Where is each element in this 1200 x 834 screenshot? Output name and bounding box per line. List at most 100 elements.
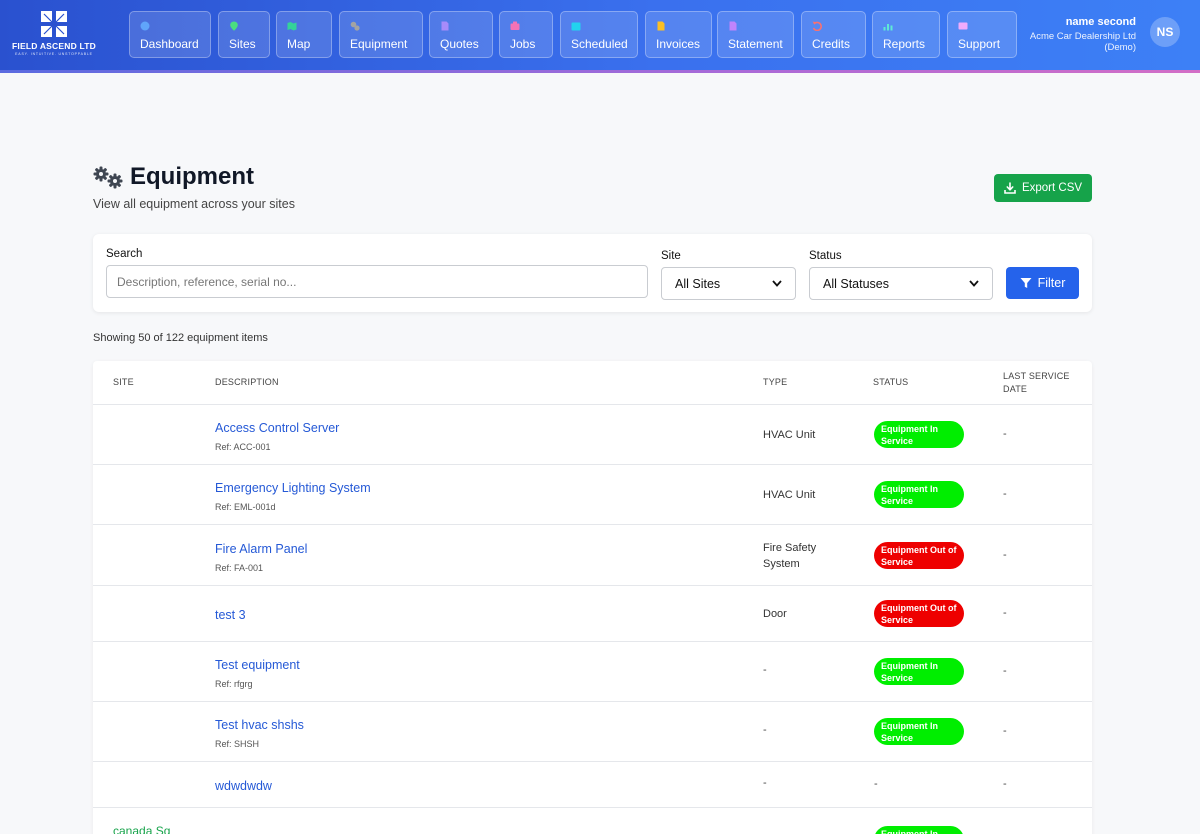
status-badge: Equipment In Service bbox=[874, 421, 964, 448]
nav-label: Reports bbox=[883, 37, 926, 51]
envelope-icon bbox=[958, 22, 968, 30]
nav-statement-button[interactable]: Statement bbox=[717, 11, 794, 58]
nav-quotes-button[interactable]: Quotes bbox=[429, 11, 493, 58]
page-title: Equipment bbox=[130, 163, 254, 190]
nav-jobs-button[interactable]: Jobs bbox=[499, 11, 553, 58]
nav-label: Dashboard bbox=[140, 37, 199, 51]
undo-icon bbox=[812, 21, 822, 31]
user-organisation: Acme Car Dealership Ltd bbox=[1029, 31, 1136, 42]
column-header-status[interactable]: STATUS bbox=[873, 377, 908, 387]
column-header-type[interactable]: TYPE bbox=[763, 377, 787, 387]
site-select-value: All Sites bbox=[675, 276, 721, 291]
status-label: Status bbox=[809, 250, 842, 262]
nav-dashboard-button[interactable]: Dashboard bbox=[129, 11, 211, 58]
user-mode: (Demo) bbox=[1104, 42, 1136, 53]
nav-invoices-button[interactable]: Invoices bbox=[645, 11, 712, 58]
user-info: name second Acme Car Dealership Ltd (Dem… bbox=[1030, 16, 1136, 53]
last-service-cell: - bbox=[1003, 778, 1007, 790]
top-navigation-bar: FIELD ASCEND LTD EASY. INTUITIVE. UNSTOP… bbox=[0, 0, 1200, 70]
filter-panel: Search Description, reference, serial no… bbox=[93, 234, 1092, 312]
description-cell: Emergency Lighting System Ref: EML-001d bbox=[215, 479, 371, 512]
equipment-ref: Ref: FA-001 bbox=[215, 562, 264, 573]
equipment-ref: Ref: EML-001d bbox=[215, 502, 276, 512]
site-select[interactable]: All Sites bbox=[661, 267, 796, 300]
description-cell: Fire Alarm Panel Ref: FA-001 bbox=[215, 540, 307, 573]
equipment-link[interactable]: Access Control Server bbox=[215, 421, 339, 435]
nav-credits-button[interactable]: Credits bbox=[801, 11, 866, 58]
type-cell: - bbox=[763, 777, 767, 789]
nav-scheduled-button[interactable]: Scheduled bbox=[560, 11, 638, 58]
description-cell: wdwdwdw bbox=[215, 777, 272, 795]
brand-name: FIELD ASCEND LTD bbox=[12, 41, 96, 51]
nav-label: Support bbox=[958, 37, 1001, 51]
gears-icon bbox=[93, 166, 123, 189]
nav-support-button[interactable]: Support bbox=[947, 11, 1017, 58]
nav-reports-button[interactable]: Reports bbox=[872, 11, 940, 58]
table-row[interactable]: test 3 Door Equipment Out of Service - bbox=[93, 586, 1092, 642]
last-service-cell: - bbox=[1003, 428, 1007, 440]
table-row[interactable]: Fire Alarm Panel Ref: FA-001 Fire Safety S… bbox=[93, 525, 1092, 586]
table-row[interactable]: Access Control Server Ref: ACC-001 HVAC Un… bbox=[93, 405, 1092, 465]
search-input[interactable]: Description, reference, serial no... bbox=[106, 265, 648, 298]
nav-map-button[interactable]: Map bbox=[276, 11, 332, 58]
site-link[interactable]: canada Sq bbox=[113, 824, 170, 834]
description-cell: Access Control Server Ref: ACC-001 bbox=[215, 419, 339, 452]
table-row[interactable]: Test hvac shshs Ref: SHSH - Equipment In Se… bbox=[93, 702, 1092, 762]
avatar[interactable]: NS bbox=[1150, 17, 1180, 47]
equipment-ref: Ref: ACC-001 bbox=[215, 442, 271, 452]
status-badge: Equipment In Service bbox=[874, 826, 964, 834]
description-cell: Test hvac shshs Ref: SHSH bbox=[215, 716, 304, 749]
gauge-icon bbox=[140, 21, 150, 31]
column-header-last-service-date[interactable]: LAST SERVICE DATE bbox=[1003, 370, 1078, 396]
equipment-link[interactable]: Test equipment bbox=[215, 658, 300, 672]
nav-sites-button[interactable]: Sites bbox=[218, 11, 270, 58]
column-header-description[interactable]: DESCRIPTION bbox=[215, 377, 279, 387]
export-csv-label: Export CSV bbox=[1021, 182, 1083, 194]
description-cell: Test equipment Ref: rfgrg bbox=[215, 656, 300, 689]
user-name: name second bbox=[1065, 16, 1136, 28]
nav-label: Quotes bbox=[440, 37, 479, 51]
status-cell: - bbox=[874, 778, 878, 790]
nav-label: Credits bbox=[812, 37, 851, 51]
briefcase-icon bbox=[510, 21, 520, 30]
filter-button[interactable]: Filter bbox=[1006, 267, 1079, 299]
map-icon bbox=[287, 22, 297, 31]
equipment-link[interactable]: test 3 bbox=[215, 608, 246, 622]
export-csv-button[interactable]: Export CSV bbox=[994, 174, 1092, 202]
map-pin-icon bbox=[230, 21, 238, 31]
table-row[interactable]: canada Sq Equipment In Service bbox=[93, 808, 1092, 834]
type-cell: - bbox=[763, 664, 767, 676]
table-row[interactable]: Test equipment Ref: rfgrg - Equipment In Se… bbox=[93, 642, 1092, 702]
funnel-icon bbox=[1020, 278, 1032, 288]
site-label: Site bbox=[661, 250, 681, 262]
equipment-table: SITE DESCRIPTION TYPE STATUS LAST SERVIC… bbox=[93, 361, 1092, 834]
nav-equipment-button[interactable]: Equipment bbox=[339, 11, 423, 58]
equipment-link[interactable]: Test hvac shshs bbox=[215, 718, 304, 732]
logo-mark-icon bbox=[41, 11, 67, 37]
equipment-link[interactable]: wdwdwdw bbox=[215, 779, 272, 793]
gears-icon bbox=[350, 21, 360, 31]
description-cell: test 3 bbox=[215, 606, 246, 624]
equipment-link[interactable]: Emergency Lighting System bbox=[215, 481, 371, 495]
chevron-down-icon bbox=[772, 280, 782, 287]
results-count: Showing 50 of 122 equipment items bbox=[93, 332, 268, 344]
nav-accent-stripe bbox=[0, 70, 1200, 73]
last-service-cell: - bbox=[1003, 488, 1007, 500]
brand-logo[interactable]: FIELD ASCEND LTD EASY. INTUITIVE. UNSTOP… bbox=[4, 10, 104, 56]
equipment-link[interactable]: Fire Alarm Panel bbox=[215, 542, 307, 556]
last-service-cell: - bbox=[1003, 725, 1007, 737]
nav-label: Invoices bbox=[656, 37, 701, 51]
table-row[interactable]: Emergency Lighting System Ref: EML-001d HV… bbox=[93, 465, 1092, 525]
nav-label: Scheduled bbox=[571, 37, 628, 51]
equipment-ref: Ref: SHSH bbox=[215, 739, 260, 749]
column-header-site[interactable]: SITE bbox=[113, 377, 134, 387]
table-row[interactable]: wdwdwdw - - - bbox=[93, 762, 1092, 808]
status-select[interactable]: All Statuses bbox=[809, 267, 993, 300]
nav-label: Sites bbox=[229, 37, 256, 51]
status-badge: Equipment Out of Service bbox=[874, 600, 964, 627]
download-icon bbox=[1004, 182, 1016, 194]
type-cell: - bbox=[763, 724, 767, 736]
calendar-icon bbox=[571, 22, 581, 31]
brand-tagline: EASY. INTUITIVE. UNSTOPPABLE bbox=[15, 52, 93, 56]
type-cell: Door bbox=[763, 608, 787, 620]
